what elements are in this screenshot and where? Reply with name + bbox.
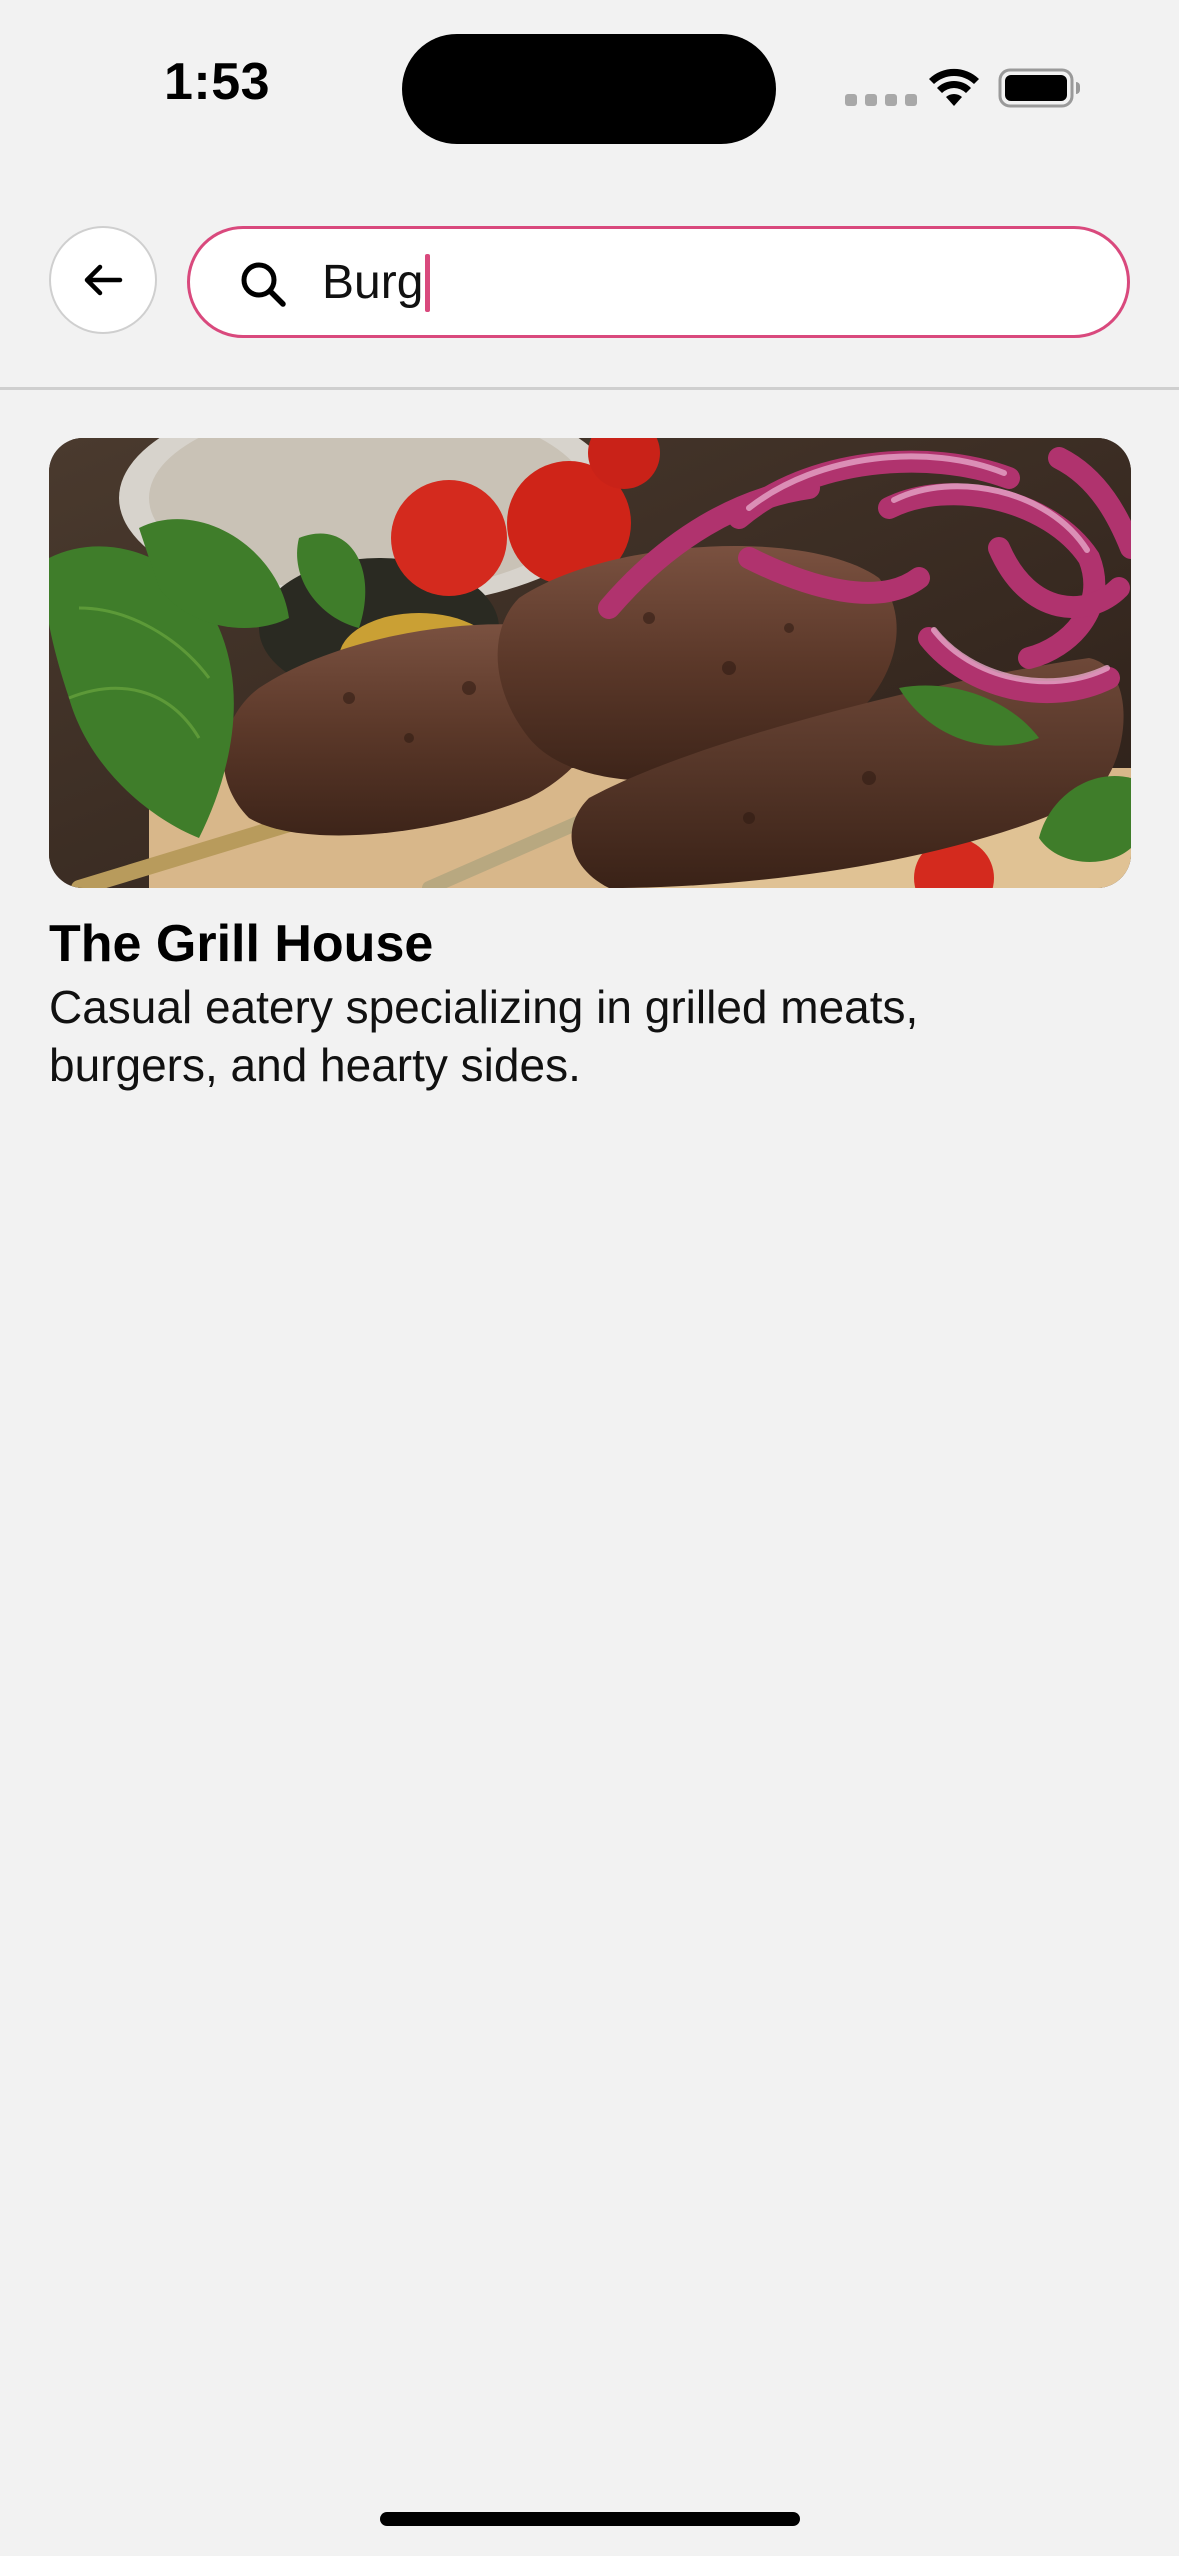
result-image[interactable] <box>49 438 1131 888</box>
back-button[interactable] <box>49 226 157 334</box>
home-indicator[interactable] <box>380 2512 800 2526</box>
grilled-kebab-photo <box>49 438 1131 888</box>
dynamic-island <box>402 34 776 144</box>
header-divider <box>0 387 1179 390</box>
status-bar: 1:53 <box>0 0 1179 180</box>
search-field[interactable] <box>187 226 1130 338</box>
status-time: 1:53 <box>164 53 271 111</box>
search-icon <box>241 262 286 307</box>
result-card[interactable]: The Grill House Casual eatery specializi… <box>49 438 1131 1094</box>
text-cursor <box>425 254 430 312</box>
result-title[interactable]: The Grill House <box>49 914 1131 974</box>
search-input[interactable] <box>322 229 1082 335</box>
signal-dots-icon <box>845 94 917 106</box>
result-description: Casual eatery specializing in grilled me… <box>49 981 919 1091</box>
battery-icon <box>998 68 1080 108</box>
wifi-icon <box>929 68 979 106</box>
arrow-left-icon <box>84 264 123 296</box>
